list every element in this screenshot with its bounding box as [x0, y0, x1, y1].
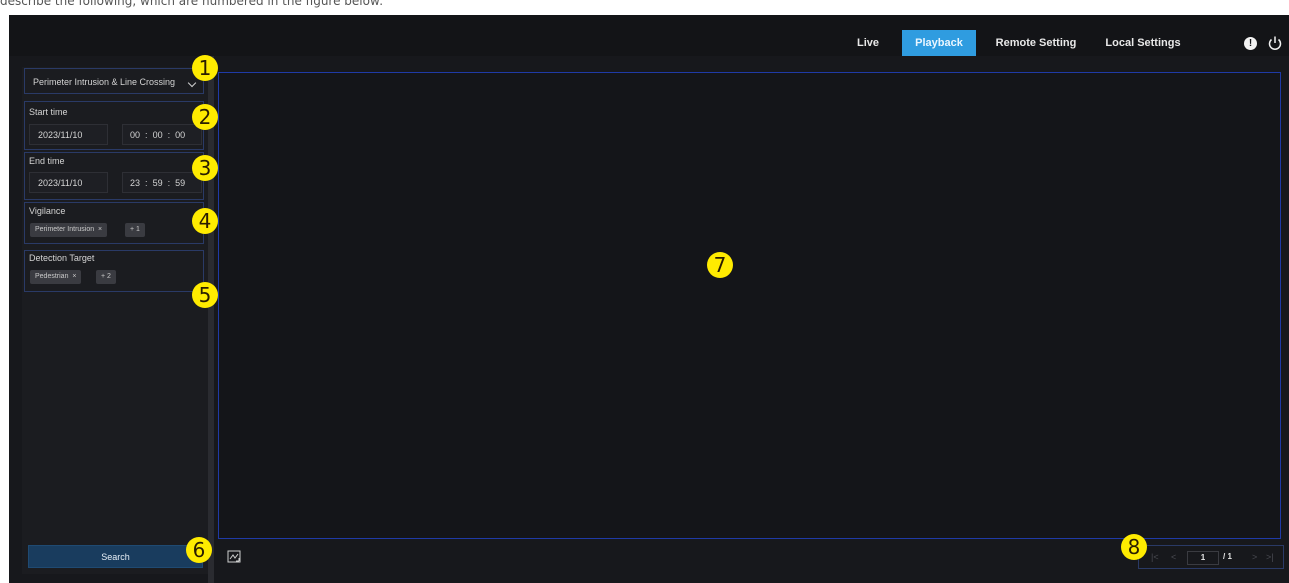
end-minute[interactable]: 59: [153, 178, 163, 188]
time-separator: :: [167, 178, 171, 188]
tag-label: Pedestrian: [35, 273, 69, 280]
prev-page-button[interactable]: <: [1171, 552, 1176, 562]
detection-target-label: Detection Target: [29, 253, 95, 263]
callout-6: 6: [186, 537, 212, 563]
start-minute[interactable]: 00: [153, 130, 163, 140]
export-icon[interactable]: [227, 550, 241, 563]
pagination: |< < 1 / 1 > >|: [1138, 545, 1284, 569]
end-time-label: End time: [29, 156, 65, 166]
start-clock-input[interactable]: 00 : 00 : 00: [122, 124, 202, 145]
start-hour[interactable]: 00: [130, 130, 140, 140]
callout-4: 4: [192, 208, 218, 234]
first-page-button[interactable]: |<: [1151, 552, 1159, 562]
vigilance-more-tag[interactable]: + 1: [125, 223, 145, 237]
detection-target-tag[interactable]: Pedestrian ×: [30, 270, 82, 284]
page-total: / 1: [1223, 552, 1232, 561]
tab-local-settings[interactable]: Local Settings: [1098, 30, 1188, 56]
callout-3: 3: [192, 155, 218, 181]
end-hour[interactable]: 23: [130, 178, 140, 188]
end-clock-input[interactable]: 23 : 59 : 59: [122, 172, 202, 193]
info-icon[interactable]: !: [1244, 37, 1257, 50]
caption-text: describe the following, which are number…: [0, 0, 384, 8]
power-icon[interactable]: [1267, 35, 1283, 51]
tab-remote-setting[interactable]: Remote Setting: [989, 30, 1083, 56]
time-separator: :: [145, 178, 148, 188]
callout-8: 8: [1121, 534, 1147, 560]
vigilance-tag[interactable]: Perimeter Intrusion ×: [30, 223, 108, 237]
tab-live[interactable]: Live: [848, 30, 888, 56]
top-nav-bar: Live Playback Remote Setting Local Setti…: [9, 15, 1289, 56]
time-separator: :: [167, 130, 171, 140]
vigilance-label: Vigilance: [29, 206, 66, 216]
end-date-input[interactable]: 2023/11/10: [29, 172, 108, 193]
tag-label: Perimeter Intrusion: [35, 226, 95, 233]
detection-target-more-tag[interactable]: + 2: [96, 270, 116, 284]
page-number-input[interactable]: 1: [1187, 551, 1219, 565]
start-second[interactable]: 00: [175, 130, 185, 140]
time-separator: :: [145, 130, 148, 140]
tag-remove-icon[interactable]: ×: [72, 273, 76, 280]
end-second[interactable]: 59: [175, 178, 185, 188]
last-page-button[interactable]: >|: [1266, 552, 1274, 562]
search-type-select[interactable]: Perimeter Intrusion & Line Crossing: [27, 72, 201, 92]
start-time-label: Start time: [29, 107, 68, 117]
tab-playback[interactable]: Playback: [902, 30, 976, 56]
sidebar-divider: [208, 56, 214, 583]
callout-5: 5: [192, 282, 218, 308]
callout-1: 1: [192, 55, 218, 81]
callout-7: 7: [707, 252, 733, 278]
results-area[interactable]: [218, 72, 1281, 539]
next-page-button[interactable]: >: [1252, 552, 1257, 562]
start-date-input[interactable]: 2023/11/10: [29, 124, 108, 145]
callout-2: 2: [192, 104, 218, 130]
tag-remove-icon[interactable]: ×: [98, 226, 102, 233]
search-button[interactable]: Search: [28, 545, 203, 568]
